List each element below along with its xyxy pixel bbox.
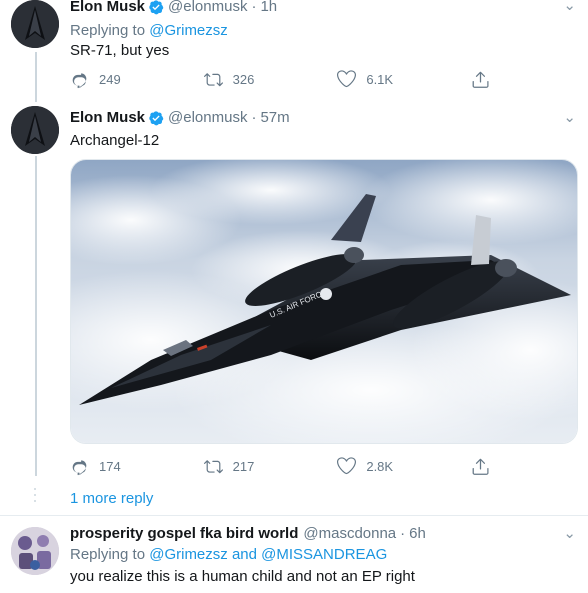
handle[interactable]: @mascdonna [303,525,396,542]
mention-link[interactable]: @Grimezsz [149,22,228,39]
tweet-1[interactable]: Elon Musk @elonmusk · 1h ⌄ Replying to @… [0,0,588,100]
chevron-down-icon[interactable]: ⌄ [563,524,576,542]
verified-badge-icon [149,0,164,14]
thread-dots [33,488,37,506]
tweet-actions: 249 326 6.1K [70,69,500,89]
show-more-replies-link[interactable]: 1 more reply [70,490,153,507]
tweet-text: Archangel-12 [70,132,160,149]
display-name[interactable]: Elon Musk [70,109,145,126]
avatar[interactable] [11,0,59,48]
chevron-down-icon[interactable]: ⌄ [563,0,576,14]
timestamp[interactable]: 57m [260,109,289,126]
share-button[interactable] [471,456,500,476]
handle[interactable]: @elonmusk [168,0,247,15]
reply-count: 174 [99,458,121,474]
avatar[interactable] [11,527,59,575]
retweet-count: 217 [232,458,255,474]
like-icon [337,69,357,87]
like-button[interactable]: 6.1K [337,69,471,89]
display-name[interactable]: Elon Musk [70,0,145,15]
like-count: 2.8K [366,458,394,474]
separator: · [251,109,257,126]
verified-badge-icon [149,110,164,125]
reply-button[interactable]: 174 [70,456,204,476]
retweet-count: 326 [232,71,255,87]
share-icon [472,71,489,88]
replying-to: Replying to @Grimezsz [70,22,228,39]
chevron-down-icon[interactable]: ⌄ [563,108,576,126]
reply-icon [72,72,87,88]
like-count: 6.1K [366,71,394,87]
mention-link[interactable]: @MISSANDREAG [261,546,387,563]
display-name[interactable]: prosperity gospel fka bird world [70,525,298,542]
tweet-actions: 174 217 2.8K [70,456,500,476]
timestamp[interactable]: 6h [409,525,426,542]
tweet-media-image[interactable]: U.S. AIR FORCE [70,159,578,444]
retweet-icon [203,459,223,473]
like-icon [337,456,357,474]
tweet-text: you realize this is a human child and no… [70,568,415,585]
avatar[interactable] [11,106,59,154]
tweet-text: SR-71, but yes [70,42,170,59]
reply-count: 249 [99,71,121,87]
sr71-photo: U.S. AIR FORCE [71,160,577,443]
like-button[interactable]: 2.8K [337,456,471,476]
retweet-icon [203,72,223,86]
share-button[interactable] [471,69,500,89]
reply-button[interactable]: 249 [70,69,204,89]
replying-to: Replying to @Grimezsz and @MISSANDREAG [70,546,388,563]
retweet-button[interactable]: 326 [203,69,338,89]
timestamp[interactable]: 1h [260,0,277,15]
handle[interactable]: @elonmusk [168,109,247,126]
mention-link[interactable]: @Grimezsz [149,546,228,563]
separator: · [400,525,406,542]
tweet-3[interactable]: prosperity gospel fka bird world @mascdo… [0,516,588,593]
separator: · [251,0,257,15]
retweet-button[interactable]: 217 [203,456,338,476]
reply-icon [72,459,87,475]
share-icon [472,458,489,475]
